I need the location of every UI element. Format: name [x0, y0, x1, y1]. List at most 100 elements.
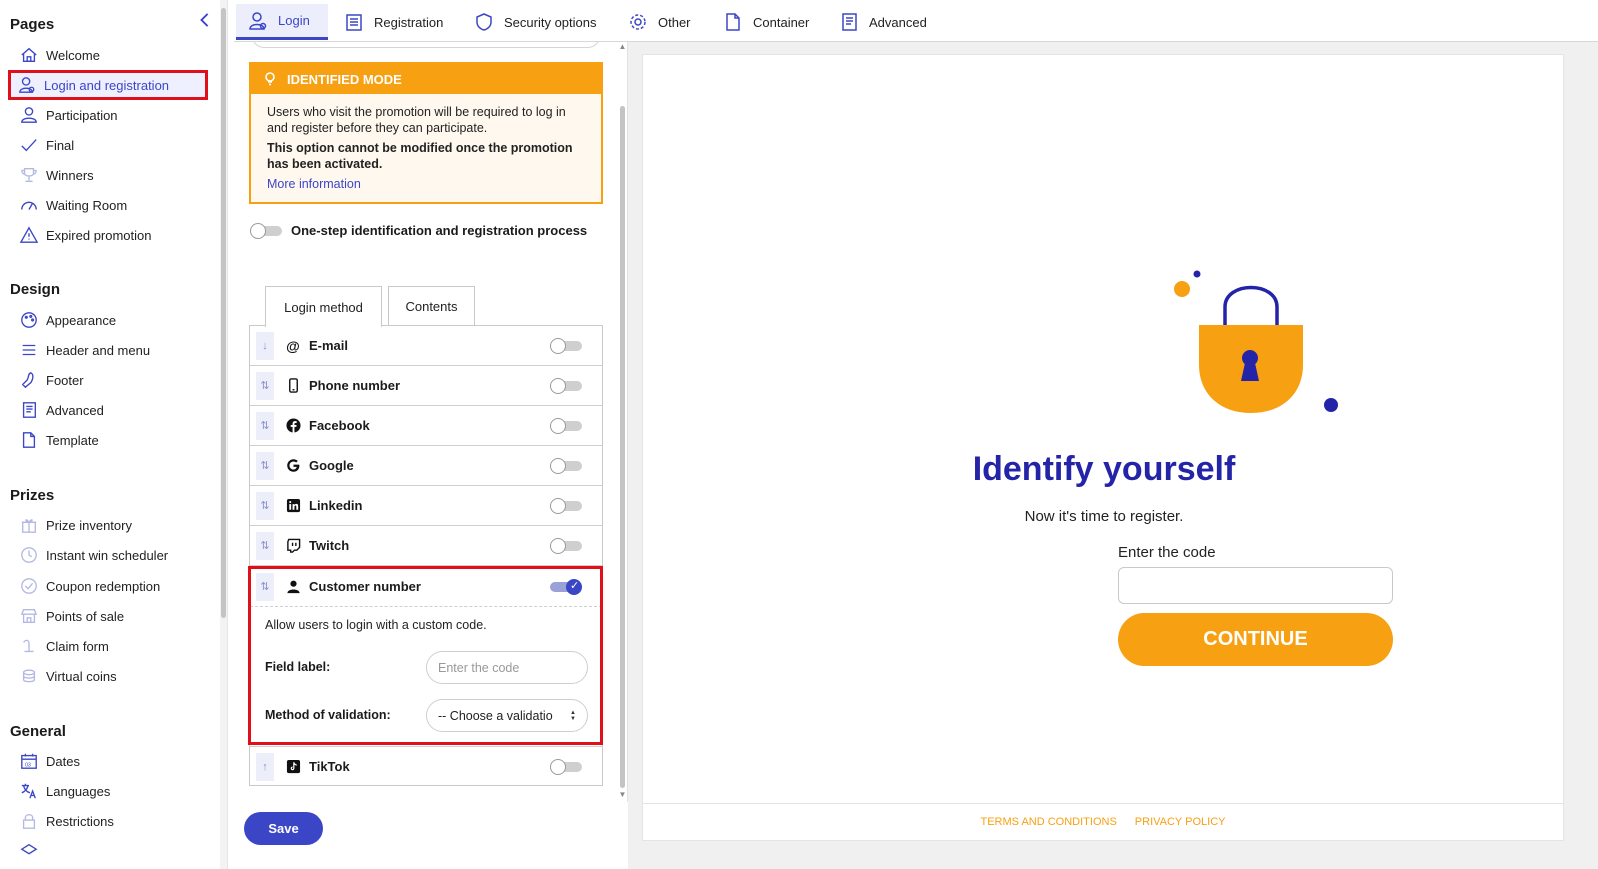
alert-warning: This option cannot be modified once the …	[267, 141, 573, 171]
tiktok-toggle[interactable]	[550, 759, 582, 775]
save-button[interactable]: Save	[244, 812, 323, 845]
sidebar-scrollbar[interactable]	[220, 0, 227, 869]
tab-other[interactable]: Other	[616, 4, 703, 40]
file-icon	[726, 13, 740, 31]
tab-login[interactable]: Login	[236, 4, 328, 40]
panel-scrollbar[interactable]	[618, 42, 627, 802]
drag-handle-icon[interactable]: ↑	[256, 752, 274, 781]
tab-advanced[interactable]: Advanced	[827, 4, 939, 40]
preview-code-input[interactable]	[1118, 567, 1393, 604]
linkedin-icon	[285, 498, 301, 514]
save-area: Save	[234, 802, 628, 869]
menu-icon	[18, 339, 40, 361]
clock-icon	[18, 544, 40, 566]
terms-link[interactable]: TERMS AND CONDITIONS	[981, 816, 1117, 828]
warning-icon	[18, 224, 40, 246]
drag-handle-icon[interactable]: ⇅	[256, 531, 274, 560]
drag-handle-icon[interactable]: ⇅	[256, 451, 274, 480]
sidebar-item-expired-promotion[interactable]: Expired promotion	[12, 222, 222, 248]
drag-handle-icon[interactable]: ↓	[256, 331, 274, 360]
privacy-link[interactable]: PRIVACY POLICY	[1135, 816, 1226, 828]
drag-handle-icon[interactable]: ⇅	[256, 491, 274, 520]
validation-method-select[interactable]: -- Choose a validatio ▲ ▼	[426, 699, 588, 732]
drag-handle-icon[interactable]: ⇅	[256, 572, 274, 601]
sidebar-item-languages[interactable]: Languages	[12, 778, 222, 804]
facebook-toggle[interactable]	[550, 418, 582, 434]
lightbulb-icon	[265, 72, 275, 86]
email-toggle[interactable]	[550, 338, 582, 354]
sidebar-item-welcome[interactable]: Welcome	[12, 42, 222, 68]
sidebar-item-prize-inventory[interactable]: Prize inventory	[12, 512, 222, 538]
linkedin-toggle[interactable]	[550, 498, 582, 514]
sidebar-scroll-thumb[interactable]	[221, 8, 226, 618]
method-row-tiktok: ↑ TikTok	[250, 746, 602, 786]
gift-icon	[18, 514, 40, 536]
partial-input[interactable]	[252, 42, 600, 48]
continue-button[interactable]: CONTINUE	[1118, 613, 1393, 666]
sidebar-item-restrictions[interactable]: Restrictions	[12, 808, 222, 834]
tab-login-method[interactable]: Login method	[265, 286, 382, 327]
translate-icon	[18, 780, 40, 802]
identified-mode-alert: IDENTIFIED MODE Users who visit the prom…	[249, 62, 603, 204]
tiktok-icon	[285, 759, 301, 775]
form-icon	[346, 14, 362, 31]
google-icon	[285, 458, 301, 474]
preview-subtitle: Now it's time to register.	[1024, 508, 1184, 525]
twitch-toggle[interactable]	[550, 538, 582, 554]
gear-icon	[630, 14, 646, 30]
onestep-toggle[interactable]	[250, 223, 282, 239]
palette-icon	[18, 309, 40, 331]
drag-handle-icon[interactable]: ⇅	[256, 371, 274, 400]
facebook-icon	[285, 418, 301, 434]
sidebar-item-final[interactable]: Final	[12, 132, 222, 158]
phone-toggle[interactable]	[550, 378, 582, 394]
code-doc-icon	[842, 13, 857, 31]
sidebar-item-waiting-room[interactable]: Waiting Room	[12, 192, 222, 218]
preview-input-label: Enter the code	[1118, 544, 1216, 561]
scroll-down-icon[interactable]: ▼	[618, 790, 627, 799]
select-arrows-icon: ▲ ▼	[570, 709, 576, 722]
sidebar-item-points-of-sale[interactable]: Points of sale	[12, 603, 222, 629]
tab-contents[interactable]: Contents	[388, 286, 475, 326]
method-row-twitch: ⇅ Twitch	[250, 526, 602, 566]
trophy-icon	[18, 164, 40, 186]
google-toggle[interactable]	[550, 458, 582, 474]
sidebar-item-partial[interactable]	[12, 838, 222, 864]
sidebar-item-winners[interactable]: Winners	[12, 162, 222, 188]
more-information-link[interactable]: More information	[267, 176, 585, 192]
sidebar-item-participation[interactable]: Participation	[12, 102, 222, 128]
svg-text:03: 03	[25, 762, 31, 768]
customer-number-toggle[interactable]	[550, 579, 582, 595]
field-label-input[interactable]	[426, 651, 588, 684]
tab-registration[interactable]: Registration	[332, 4, 455, 40]
sidebar-item-advanced[interactable]: Advanced	[12, 397, 222, 423]
check-icon	[18, 134, 40, 156]
sidebar-item-template[interactable]: Template	[12, 427, 222, 453]
user-icon	[249, 11, 267, 30]
twitch-icon	[285, 538, 301, 554]
sidebar-item-claim-form[interactable]: Claim form	[12, 633, 222, 659]
sidebar-item-instant-win-scheduler[interactable]: Instant win scheduler	[12, 542, 222, 568]
alert-header: IDENTIFIED MODE	[251, 64, 601, 94]
drag-handle-icon[interactable]: ⇅	[256, 411, 274, 440]
tab-security-options[interactable]: Security options	[462, 4, 609, 40]
method-row-google: ⇅ Google	[250, 446, 602, 486]
sidebar-item-coupon-redemption[interactable]: Coupon redemption	[12, 573, 222, 599]
sidebar-item-footer[interactable]: Footer	[12, 367, 222, 393]
validation-method-label: Method of validation:	[265, 708, 391, 722]
sidebar-item-dates[interactable]: 03 Dates	[12, 748, 222, 774]
sidebar-item-appearance[interactable]: Appearance	[12, 307, 222, 333]
section-pages: Pages	[10, 16, 55, 33]
section-general: General	[10, 723, 66, 740]
tab-container[interactable]: Container	[711, 4, 821, 40]
sidebar-item-virtual-coins[interactable]: Virtual coins	[12, 663, 222, 689]
panel-scroll-thumb[interactable]	[620, 106, 625, 788]
home-icon	[18, 44, 40, 66]
collapse-sidebar-icon[interactable]	[198, 10, 216, 30]
sidebar-item-login-and-registration[interactable]: Login and registration	[8, 70, 208, 100]
sidebar-item-header-and-menu[interactable]: Header and menu	[12, 337, 222, 363]
file-icon	[18, 429, 40, 451]
lock-icon	[18, 810, 40, 832]
code-doc-icon	[18, 399, 40, 421]
layers-icon	[18, 840, 40, 862]
